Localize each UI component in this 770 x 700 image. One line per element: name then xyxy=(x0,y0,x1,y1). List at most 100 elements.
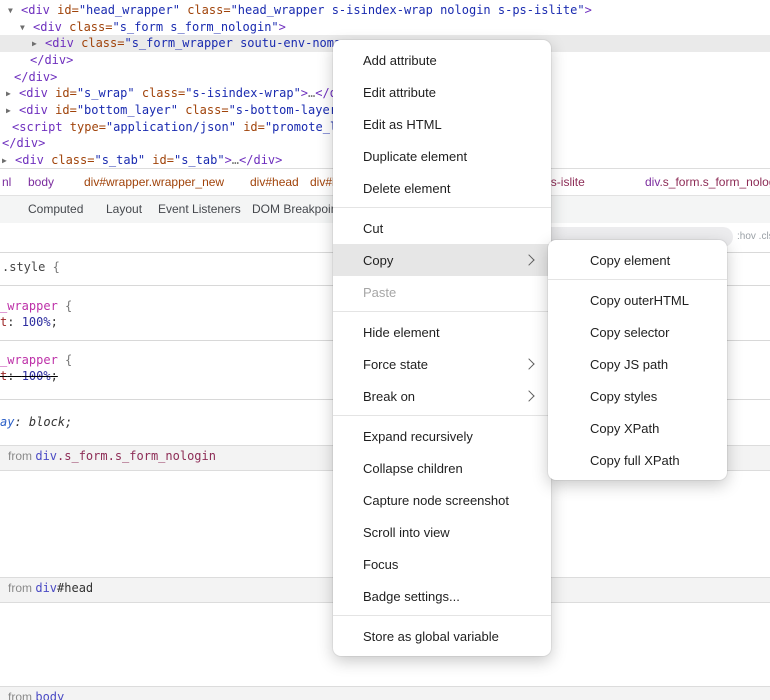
menu-item-label: Capture node screenshot xyxy=(363,493,509,508)
text-segment: <div xyxy=(19,103,55,117)
menu-item-label: Copy XPath xyxy=(590,421,659,436)
tab-layout[interactable]: Layout xyxy=(106,202,142,216)
menu-item-label: Collapse children xyxy=(363,461,463,476)
text-segment: > xyxy=(585,3,592,17)
menu-item-delete-element[interactable]: Delete element xyxy=(333,172,551,204)
menu-item-capture-node-screenshot[interactable]: Capture node screenshot xyxy=(333,484,551,516)
context-menu: Add attribute Edit attributeEdit as HTML D… xyxy=(333,40,551,656)
expand-arrow-icon[interactable]: ▼ xyxy=(20,19,33,36)
collapse-arrow-icon[interactable]: ▶ xyxy=(32,35,45,52)
text-segment: "s_form s_form_nologin" xyxy=(112,20,278,34)
text-segment: ; xyxy=(51,369,58,383)
menu-item-scroll-into-view[interactable]: Scroll into view xyxy=(333,516,551,548)
menu-item-focus[interactable]: Focus xyxy=(333,548,551,580)
menu-item-add-attribute[interactable]: Add attribute xyxy=(333,44,551,76)
text-segment: : xyxy=(14,415,28,429)
inherited-from-link[interactable]: from div.s_form.s_form_nologin xyxy=(8,449,216,463)
text-segment: class= xyxy=(185,103,228,117)
text-segment: > xyxy=(279,20,286,34)
text-segment: <script xyxy=(12,120,70,134)
menu-separator xyxy=(333,207,551,208)
menu-item-edit-as-html[interactable]: Edit as HTML xyxy=(333,108,551,140)
expand-arrow-icon[interactable]: ▼ xyxy=(8,2,21,19)
menu-item-label: Paste xyxy=(363,285,396,300)
menu-item-edit-attribute[interactable]: Edit attribute xyxy=(333,76,551,108)
tab-computed[interactable]: Computed xyxy=(28,202,83,216)
menu-separator xyxy=(548,279,727,280)
text-segment: > xyxy=(301,86,308,100)
text-segment: div#head xyxy=(250,175,299,189)
menu-item-label: Copy styles xyxy=(590,389,657,404)
text-segment: "bottom_layer" xyxy=(77,103,178,117)
inherited-from-link[interactable]: from body xyxy=(8,690,64,700)
menu-item-label: Add attribute xyxy=(363,53,437,68)
text-segment: from xyxy=(8,690,35,700)
text-segment: from xyxy=(8,449,35,463)
text-segment: ; xyxy=(51,315,58,329)
menu-item-copy-selector[interactable]: Copy selector xyxy=(548,316,727,348)
collapse-arrow-icon[interactable]: ▶ xyxy=(2,152,15,168)
text-segment: .wrapper_new xyxy=(149,175,224,189)
text-segment: : xyxy=(7,315,21,329)
breadcrumb-item[interactable]: nl xyxy=(2,175,11,189)
text-segment: body xyxy=(28,175,54,189)
menu-item-copy-js-path[interactable]: Copy JS path xyxy=(548,348,727,380)
text-segment: nl xyxy=(2,175,11,189)
text-segment: "s_wrap" xyxy=(77,86,135,100)
breadcrumb-item[interactable]: div.s_form.s_form_nologin xyxy=(645,175,770,189)
menu-item-label: Copy xyxy=(363,253,393,268)
text-segment: <div xyxy=(19,86,55,100)
menu-item-copy-xpath[interactable]: Copy XPath xyxy=(548,412,727,444)
menu-item-hide-element[interactable]: Hide element xyxy=(333,316,551,348)
devtools-window: ▼<div id="head_wrapper" class="head_wrap… xyxy=(0,0,770,700)
menu-item-label: Break on xyxy=(363,389,415,404)
text-segment: { xyxy=(65,353,72,367)
collapse-arrow-icon[interactable]: ▶ xyxy=(6,102,19,119)
menu-item-copy-full-xpath[interactable]: Copy full XPath xyxy=(548,444,727,476)
submenu-chevron-icon xyxy=(523,358,534,369)
menu-item-badge-settings[interactable]: Badge settings... xyxy=(333,580,551,612)
breadcrumb-item[interactable]: div#head xyxy=(250,175,299,189)
menu-item-label: Store as global variable xyxy=(363,629,499,644)
text-segment: "s_tab" xyxy=(174,153,225,167)
text-segment: : xyxy=(7,369,21,383)
tab-event-listeners[interactable]: Event Listeners xyxy=(158,202,241,216)
text-segment: "s-isindex-wrap" xyxy=(185,86,301,100)
text-segment: .s_form.s_form_nologin xyxy=(659,175,770,189)
tree-row[interactable]: ▼<div class="s_form s_form_nologin"> xyxy=(0,19,770,36)
menu-item-paste[interactable]: Paste xyxy=(333,276,551,308)
tree-row[interactable]: ▼<div id="head_wrapper" class="head_wrap… xyxy=(0,2,770,19)
menu-item-cut[interactable]: Cut xyxy=(333,212,551,244)
text-segment: from xyxy=(8,581,35,595)
inherited-from-link[interactable]: from div#head xyxy=(8,581,93,595)
breadcrumb-item[interactable]: body xyxy=(28,175,54,189)
submenu-chevron-icon xyxy=(523,390,534,401)
menu-item-duplicate-element[interactable]: Duplicate element xyxy=(333,140,551,172)
collapse-arrow-icon[interactable]: ▶ xyxy=(6,85,19,102)
menu-item-force-state[interactable]: Force state xyxy=(333,348,551,380)
submenu-chevron-icon xyxy=(523,254,534,265)
text-segment: #head xyxy=(57,581,93,595)
text-segment: { xyxy=(65,299,72,313)
menu-item-copy-element[interactable]: Copy element xyxy=(548,244,727,276)
menu-item-label: Duplicate element xyxy=(363,149,467,164)
menu-item-break-on[interactable]: Break on xyxy=(333,380,551,412)
text-segment: </div> xyxy=(14,70,57,84)
text-segment: </div> xyxy=(30,53,73,67)
menu-item-expand-recursively[interactable]: Expand recursively xyxy=(333,420,551,452)
menu-item-copy-outerhtml[interactable]: Copy outerHTML xyxy=(548,284,727,316)
menu-item-store-as-global-variable[interactable]: Store as global variable xyxy=(333,620,551,652)
styles-toolbar-buttons[interactable]: :hov .cls xyxy=(737,231,770,242)
breadcrumb-item[interactable]: div#wrapper.wrapper_new xyxy=(84,175,224,189)
text-segment: </div> xyxy=(2,136,45,150)
text-segment: body xyxy=(35,690,64,700)
menu-item-copy-styles[interactable]: Copy styles xyxy=(548,380,727,412)
menu-item-copy[interactable]: Copy xyxy=(333,244,551,276)
text-segment: </div> xyxy=(239,153,282,167)
text-segment: _wrapper xyxy=(0,299,65,313)
text-segment: class= xyxy=(187,3,230,17)
text-segment: id= xyxy=(152,153,174,167)
text-segment: <div xyxy=(33,20,69,34)
menu-item-collapse-children[interactable]: Collapse children xyxy=(333,452,551,484)
menu-item-label: Copy JS path xyxy=(590,357,668,372)
